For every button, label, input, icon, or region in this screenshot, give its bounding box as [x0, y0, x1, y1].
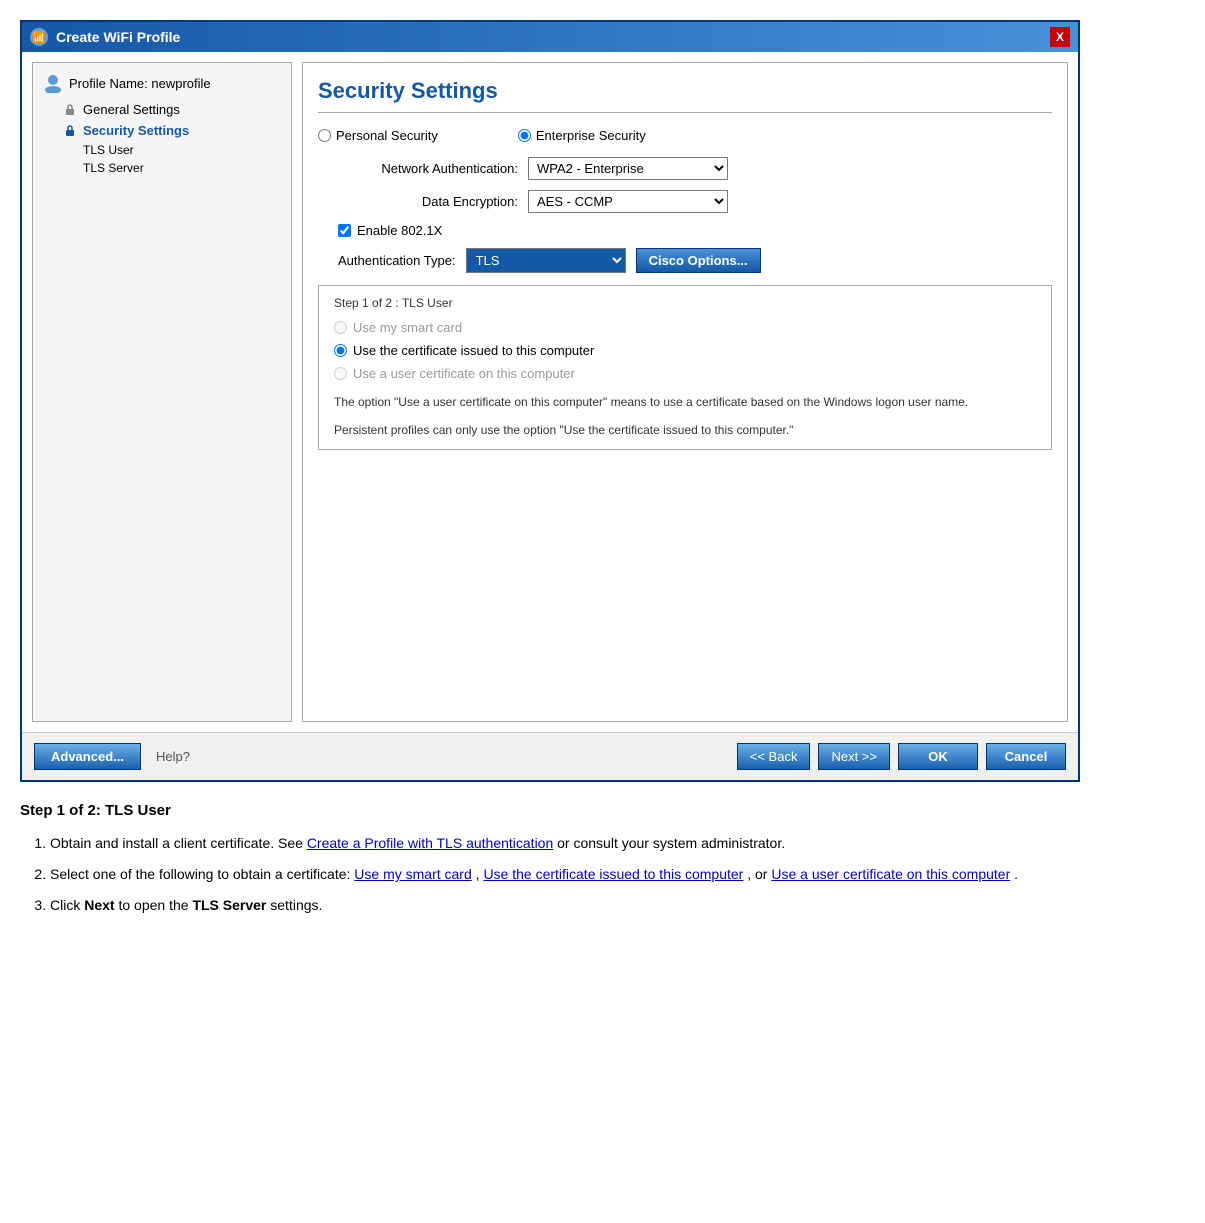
advanced-button[interactable]: Advanced...	[34, 743, 141, 770]
data-encryption-select[interactable]: AES - CCMP TKIP WEP None	[528, 190, 728, 213]
use-smart-card-option[interactable]: Use my smart card	[334, 320, 1036, 335]
below-content: Step 1 of 2: TLS User Obtain and install…	[20, 802, 1185, 919]
below-step-heading: Step 1 of 2: TLS User	[20, 802, 1185, 819]
personal-security-label: Personal Security	[336, 128, 438, 143]
cisco-options-button[interactable]: Cisco Options...	[636, 248, 761, 273]
tls-auth-link[interactable]: Create a Profile with TLS authentication	[307, 835, 553, 851]
instruction-1-before: Obtain and install a client certificate.…	[50, 835, 307, 851]
enterprise-security-label: Enterprise Security	[536, 128, 646, 143]
info-text-1: The option "Use a user certificate on th…	[334, 393, 1036, 411]
nav-security-settings[interactable]: Security Settings	[43, 120, 281, 141]
personal-security-option[interactable]: Personal Security	[318, 128, 438, 143]
create-wifi-profile-dialog: 📶 Create WiFi Profile X Profile Name: ne…	[20, 20, 1080, 782]
wifi-icon: 📶	[30, 28, 48, 46]
instructions-list: Obtain and install a client certificate.…	[20, 831, 1185, 919]
data-encryption-row: Data Encryption: AES - CCMP TKIP WEP Non…	[318, 190, 1052, 213]
use-user-cert-radio[interactable]	[334, 367, 347, 380]
instruction-2: Select one of the following to obtain a …	[50, 862, 1185, 887]
profile-name-label: Profile Name: newprofile	[69, 76, 211, 91]
instruction-2-after: .	[1014, 866, 1018, 882]
enable-8021x-label: Enable 802.1X	[357, 223, 442, 238]
use-user-cert-option[interactable]: Use a user certificate on this computer	[334, 366, 1036, 381]
cert-issued-link[interactable]: Use the certificate issued to this compu…	[483, 866, 743, 882]
help-label: Help?	[156, 749, 190, 764]
smart-card-link[interactable]: Use my smart card	[354, 866, 471, 882]
next-button[interactable]: Next >>	[818, 743, 890, 770]
nav-general-settings[interactable]: General Settings	[43, 99, 281, 120]
ok-button[interactable]: OK	[898, 743, 978, 770]
enterprise-security-option[interactable]: Enterprise Security	[518, 128, 646, 143]
security-type-row: Personal Security Enterprise Security	[318, 128, 1052, 143]
instruction-3-after: settings.	[270, 897, 322, 913]
dialog-footer: Advanced... Help? << Back Next >> OK Can…	[22, 732, 1078, 780]
personal-security-radio[interactable]	[318, 129, 331, 142]
section-title: Security Settings	[318, 78, 1052, 113]
enable-8021x-checkbox[interactable]	[338, 224, 351, 237]
use-cert-issued-label: Use the certificate issued to this compu…	[353, 343, 594, 358]
instruction-1-after: or consult your system administrator.	[557, 835, 785, 851]
enterprise-security-radio[interactable]	[518, 129, 531, 142]
user-cert-link[interactable]: Use a user certificate on this computer	[771, 866, 1010, 882]
footer-left: Advanced... Help?	[34, 743, 190, 770]
instruction-1: Obtain and install a client certificate.…	[50, 831, 1185, 856]
instruction-3-middle: to open the	[118, 897, 192, 913]
auth-type-label: Authentication Type:	[338, 253, 456, 268]
instruction-2-middle2: , or	[747, 866, 771, 882]
info-text-2: Persistent profiles can only use the opt…	[334, 421, 1036, 439]
data-encryption-label: Data Encryption:	[318, 194, 518, 209]
lock-icon-general	[63, 103, 77, 117]
back-button[interactable]: << Back	[737, 743, 811, 770]
lock-icon-security	[63, 124, 77, 138]
network-auth-select[interactable]: WPA2 - Enterprise WPA - Enterprise WEP N…	[528, 157, 728, 180]
right-panel: Security Settings Personal Security Ente…	[302, 62, 1068, 722]
nav-tls-user[interactable]: TLS User	[43, 141, 281, 159]
left-panel: Profile Name: newprofile General Setting…	[32, 62, 292, 722]
use-smart-card-label: Use my smart card	[353, 320, 462, 335]
instruction-3: Click Next to open the TLS Server settin…	[50, 893, 1185, 918]
nav-tls-user-label: TLS User	[83, 143, 134, 157]
step-group: Step 1 of 2 : TLS User Use my smart card…	[318, 285, 1052, 450]
nav-general-label: General Settings	[83, 102, 180, 117]
titlebar-left: 📶 Create WiFi Profile	[30, 28, 180, 46]
dialog-titlebar: 📶 Create WiFi Profile X	[22, 22, 1078, 52]
close-button[interactable]: X	[1050, 27, 1070, 47]
network-auth-row: Network Authentication: WPA2 - Enterpris…	[318, 157, 1052, 180]
nav-security-label: Security Settings	[83, 123, 189, 138]
dialog-title: Create WiFi Profile	[56, 29, 180, 45]
step-group-title: Step 1 of 2 : TLS User	[334, 296, 1036, 310]
profile-icon	[43, 73, 63, 93]
instruction-2-before: Select one of the following to obtain a …	[50, 866, 354, 882]
network-auth-label: Network Authentication:	[318, 161, 518, 176]
enable-8021x-row: Enable 802.1X	[318, 223, 1052, 238]
dialog-body: Profile Name: newprofile General Setting…	[22, 52, 1078, 732]
tls-server-bold: TLS Server	[192, 897, 266, 913]
profile-name-item: Profile Name: newprofile	[43, 73, 281, 93]
auth-type-select[interactable]: TLS PEAP LEAP EAP-FAST	[466, 248, 626, 273]
use-user-cert-label: Use a user certificate on this computer	[353, 366, 575, 381]
nav-tls-server-label: TLS Server	[83, 161, 144, 175]
use-cert-issued-option[interactable]: Use the certificate issued to this compu…	[334, 343, 1036, 358]
nav-tls-server[interactable]: TLS Server	[43, 159, 281, 177]
use-smart-card-radio[interactable]	[334, 321, 347, 334]
footer-right: << Back Next >> OK Cancel	[737, 743, 1066, 770]
auth-type-row: Authentication Type: TLS PEAP LEAP EAP-F…	[318, 248, 1052, 273]
cancel-button[interactable]: Cancel	[986, 743, 1066, 770]
use-cert-issued-radio[interactable]	[334, 344, 347, 357]
instruction-3-before: Click	[50, 897, 84, 913]
next-bold: Next	[84, 897, 114, 913]
